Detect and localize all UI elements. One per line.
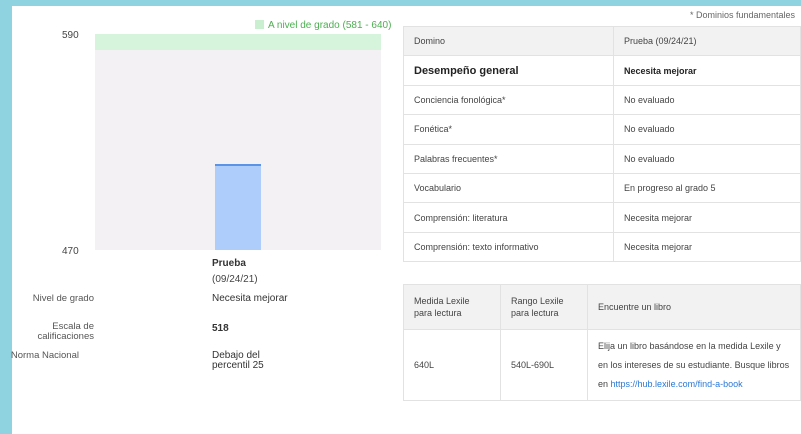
- domain-result: No evaluado: [613, 85, 801, 116]
- lexile-table: Medida Lexile para lectura Rango Lexile …: [403, 284, 801, 401]
- domain-result: Necesita mejorar: [613, 232, 801, 263]
- lexile-measure: 640L: [403, 329, 501, 401]
- lexile-range: 540L-690L: [500, 329, 588, 401]
- y-tick-min: 470: [62, 246, 79, 257]
- header-find-book: Encuentre un libro: [587, 284, 801, 330]
- bar-category-date: (09/24/21): [212, 274, 258, 285]
- bar-prueba: [215, 163, 261, 250]
- scale-label: Escala de calificaciones: [37, 321, 95, 342]
- table-header-row: Domino Prueba (09/24/21): [403, 26, 801, 57]
- overall-row: Desempeño general Necesita mejorar: [403, 55, 801, 86]
- domain-name: Fonética*: [403, 114, 614, 145]
- table-row: Comprensión: literatura Necesita mejorar: [403, 202, 801, 233]
- header-lexile-measure: Medida Lexile para lectura: [403, 284, 501, 330]
- overall-label: Desempeño general: [403, 55, 614, 86]
- domain-result: No evaluado: [613, 144, 801, 174]
- table-row: Conciencia fonológica* No evaluado: [403, 85, 801, 116]
- grade-level-label: Nivel de grado: [32, 293, 94, 304]
- chart-plot-area: [95, 34, 381, 250]
- lexile-header-row: Medida Lexile para lectura Rango Lexile …: [403, 284, 801, 330]
- report-panel: * Dominios fundamentales A nivel de grad…: [11, 6, 801, 434]
- legend-swatch: [255, 20, 264, 29]
- find-book-cell: Elija un libro basándose en la medida Le…: [587, 329, 801, 401]
- lexile-row: 640L 540L-690L Elija un libro basándose …: [403, 329, 801, 401]
- domain-name: Palabras frecuentes*: [403, 144, 614, 174]
- domain-name: Comprensión: literatura: [403, 202, 614, 233]
- scale-value: 518: [212, 323, 229, 334]
- domain-result: Necesita mejorar: [613, 202, 801, 233]
- grade-level-band: [95, 34, 381, 51]
- header-lexile-range: Rango Lexile para lectura: [500, 284, 588, 330]
- table-row: Fonética* No evaluado: [403, 114, 801, 145]
- find-book-link[interactable]: https://hub.lexile.com/find-a-book: [611, 379, 743, 389]
- norm-value: Debajo del percentil 25: [212, 350, 264, 371]
- domain-name: Conciencia fonológica*: [403, 85, 614, 116]
- chart-legend: A nivel de grado (581 - 640): [255, 20, 391, 31]
- domain-result: No evaluado: [613, 114, 801, 145]
- header-domain: Domino: [403, 26, 614, 57]
- grade-level-value: Necesita mejorar: [212, 293, 288, 304]
- y-tick-max: 590: [62, 30, 79, 41]
- domains-table: Domino Prueba (09/24/21) Desempeño gener…: [403, 26, 801, 263]
- footnote: * Dominios fundamentales: [689, 10, 795, 20]
- header-test-date: Prueba (09/24/21): [613, 26, 801, 57]
- table-row: Comprensión: texto informativo Necesita m…: [403, 232, 801, 263]
- domain-result: En progreso al grado 5: [613, 173, 801, 204]
- domain-name: Comprensión: texto informativo: [403, 232, 614, 263]
- legend-label: A nivel de grado (581 - 640): [268, 20, 392, 31]
- bar-category-label: Prueba: [212, 258, 246, 269]
- domain-name: Vocabulario: [403, 173, 614, 204]
- table-row: Palabras frecuentes* No evaluado: [403, 144, 801, 174]
- norm-label: Norma Nacional: [10, 350, 79, 361]
- overall-value: Necesita mejorar: [613, 55, 801, 86]
- table-row: Vocabulario En progreso al grado 5: [403, 173, 801, 204]
